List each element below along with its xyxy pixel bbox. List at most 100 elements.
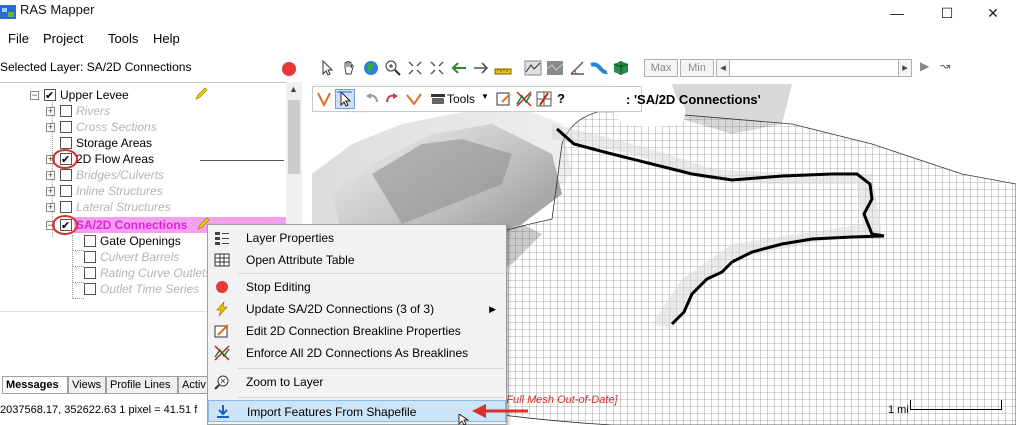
expand-icon[interactable]: + (46, 187, 55, 196)
layer-context-menu: Layer Properties Open Attribute Table St… (207, 224, 507, 425)
zoom-extent-icon[interactable] (406, 59, 424, 77)
measure-ruler-icon[interactable] (494, 59, 512, 77)
menu-item-layer-properties[interactable]: Layer Properties (208, 227, 506, 249)
redo-icon[interactable] (383, 90, 401, 108)
submenu-arrow-icon: ▶ (489, 304, 496, 314)
menu-item-label: Import Features From Shapefile (247, 405, 417, 419)
expand-icon[interactable]: + (46, 107, 55, 116)
menu-item-zoom-to-layer[interactable]: Zoom to Layer (208, 371, 506, 393)
maximize-button[interactable]: ☐ (924, 0, 970, 26)
layer-properties-icon (215, 232, 229, 245)
scale-bar-label: 1 mi (888, 404, 909, 416)
enforce-breakline-icon[interactable] (515, 90, 533, 108)
max-button[interactable]: Max (644, 59, 678, 77)
tab-profile-lines[interactable]: Profile Lines (106, 376, 178, 394)
tree-label: Cross Sections (76, 120, 157, 134)
pencil-icon (195, 87, 208, 100)
stop-editing-record-icon[interactable] (282, 62, 296, 76)
expand-icon[interactable]: + (46, 171, 55, 180)
menu-item-open-attribute-table[interactable]: Open Attribute Table (208, 249, 506, 271)
zoom-in-icon[interactable] (384, 59, 402, 77)
tab-active[interactable]: Activ (178, 376, 208, 394)
checkbox-inline-structures[interactable] (60, 185, 72, 197)
annotation-circle (52, 215, 78, 235)
pan-hand-icon[interactable] (340, 59, 358, 77)
window-title: RAS Mapper (20, 2, 95, 17)
menu-item-update-sa-2d-connections[interactable]: Update SA/2D Connections (3 of 3) ▶ (208, 298, 506, 320)
checkbox-cross-sections[interactable] (60, 121, 72, 133)
menu-file[interactable]: File (8, 31, 29, 46)
tools-icon[interactable] (429, 90, 447, 108)
min-button[interactable]: Min (680, 59, 714, 77)
select-feature-icon (337, 90, 352, 107)
tree-label: Storage Areas (76, 136, 153, 150)
edit-properties-icon[interactable] (495, 90, 513, 108)
close-button[interactable]: ✕ (970, 0, 1016, 26)
legend-line-swatch (200, 160, 284, 161)
select-arrow-icon[interactable] (318, 59, 336, 77)
back-arrow-icon[interactable] (450, 59, 468, 77)
checkbox-outlet-time-series[interactable] (84, 283, 96, 295)
menu-item-edit-breakline-properties[interactable]: Edit 2D Connection Breakline Properties (208, 320, 506, 342)
checkbox-rivers[interactable] (60, 105, 72, 117)
angle-tool-icon[interactable] (568, 59, 586, 77)
expand-icon[interactable]: + (46, 123, 55, 132)
tree-label: Upper Levee (60, 88, 129, 102)
attribute-table-icon (214, 253, 230, 267)
forward-arrow-icon[interactable] (472, 59, 490, 77)
scroll-up-icon[interactable]: ▲ (289, 84, 298, 94)
profile-icon[interactable] (524, 59, 542, 77)
menu-item-enforce-breaklines[interactable]: Enforce All 2D Connections As Breaklines (208, 342, 506, 364)
tab-messages[interactable]: Messages (2, 376, 68, 394)
menu-item-label: Update SA/2D Connections (3 of 3) (246, 302, 435, 316)
checkbox-culvert-barrels[interactable] (84, 251, 96, 263)
3d-view-icon[interactable] (612, 59, 630, 77)
step-back-button[interactable]: ◂ (716, 59, 730, 77)
minimize-button[interactable]: — (874, 0, 920, 26)
menu-item-label: Open Attribute Table (246, 253, 355, 267)
menu-item-label: Layer Properties (246, 231, 335, 245)
menu-item-stop-editing[interactable]: Stop Editing (208, 276, 506, 298)
play-icon[interactable]: ▶ (920, 59, 929, 73)
tree-label: Lateral Structures (76, 200, 171, 214)
menu-help[interactable]: Help (153, 31, 180, 46)
tab-views[interactable]: Views (68, 376, 106, 394)
tree-label: SA/2D Connections (76, 218, 188, 232)
tools-menu[interactable]: Tools (447, 92, 475, 106)
edit-breakline-icon (214, 324, 229, 338)
checkbox-upper-levee[interactable] (44, 88, 56, 104)
globe-icon[interactable] (362, 59, 380, 77)
terrain-icon[interactable] (546, 59, 564, 77)
collapse-icon[interactable]: − (30, 91, 39, 100)
select-feature-button[interactable] (335, 89, 355, 109)
tree-label: Culvert Barrels (100, 250, 180, 264)
mesh-regenerate-icon[interactable] (535, 90, 553, 108)
add-vertex-icon[interactable] (315, 90, 333, 108)
tree-label: 2D Flow Areas (76, 152, 155, 166)
polyline-icon[interactable] (405, 90, 423, 108)
checkbox-lateral-structures[interactable] (60, 201, 72, 213)
menu-tools[interactable]: Tools (108, 31, 138, 46)
time-slider-track[interactable] (730, 59, 898, 77)
animate-icon[interactable]: ↝ (940, 59, 950, 73)
checkbox-bridges-culverts[interactable] (60, 169, 72, 181)
map-toolbar: Max Min ◂ ▸ ▶ ↝ (314, 55, 1016, 81)
zoom-out-extent-icon[interactable] (428, 59, 446, 77)
selected-layer-label: Selected Layer: SA/2D Connections (0, 60, 192, 74)
editing-toolbar: Tools ▼ ? (312, 86, 642, 112)
expand-icon[interactable]: + (46, 203, 55, 212)
help-button[interactable]: ? (557, 91, 565, 106)
checkbox-storage-areas[interactable] (60, 137, 72, 149)
active-layer-tooltip: : 'SA/2D Connections' (626, 92, 761, 107)
lightning-icon (216, 301, 228, 317)
tools-dropdown-icon[interactable]: ▼ (481, 92, 489, 101)
menu-project[interactable]: Project (43, 31, 83, 46)
step-forward-button[interactable]: ▸ (898, 59, 912, 77)
tree-label: Rivers (76, 104, 111, 118)
mouse-cursor-icon (458, 414, 470, 425)
checkbox-rating-curve-outlets[interactable] (84, 267, 96, 279)
checkbox-gate-openings[interactable] (84, 235, 96, 247)
scrollbar-thumb[interactable] (288, 100, 300, 174)
undo-icon[interactable] (363, 90, 381, 108)
river-icon[interactable] (590, 59, 608, 77)
